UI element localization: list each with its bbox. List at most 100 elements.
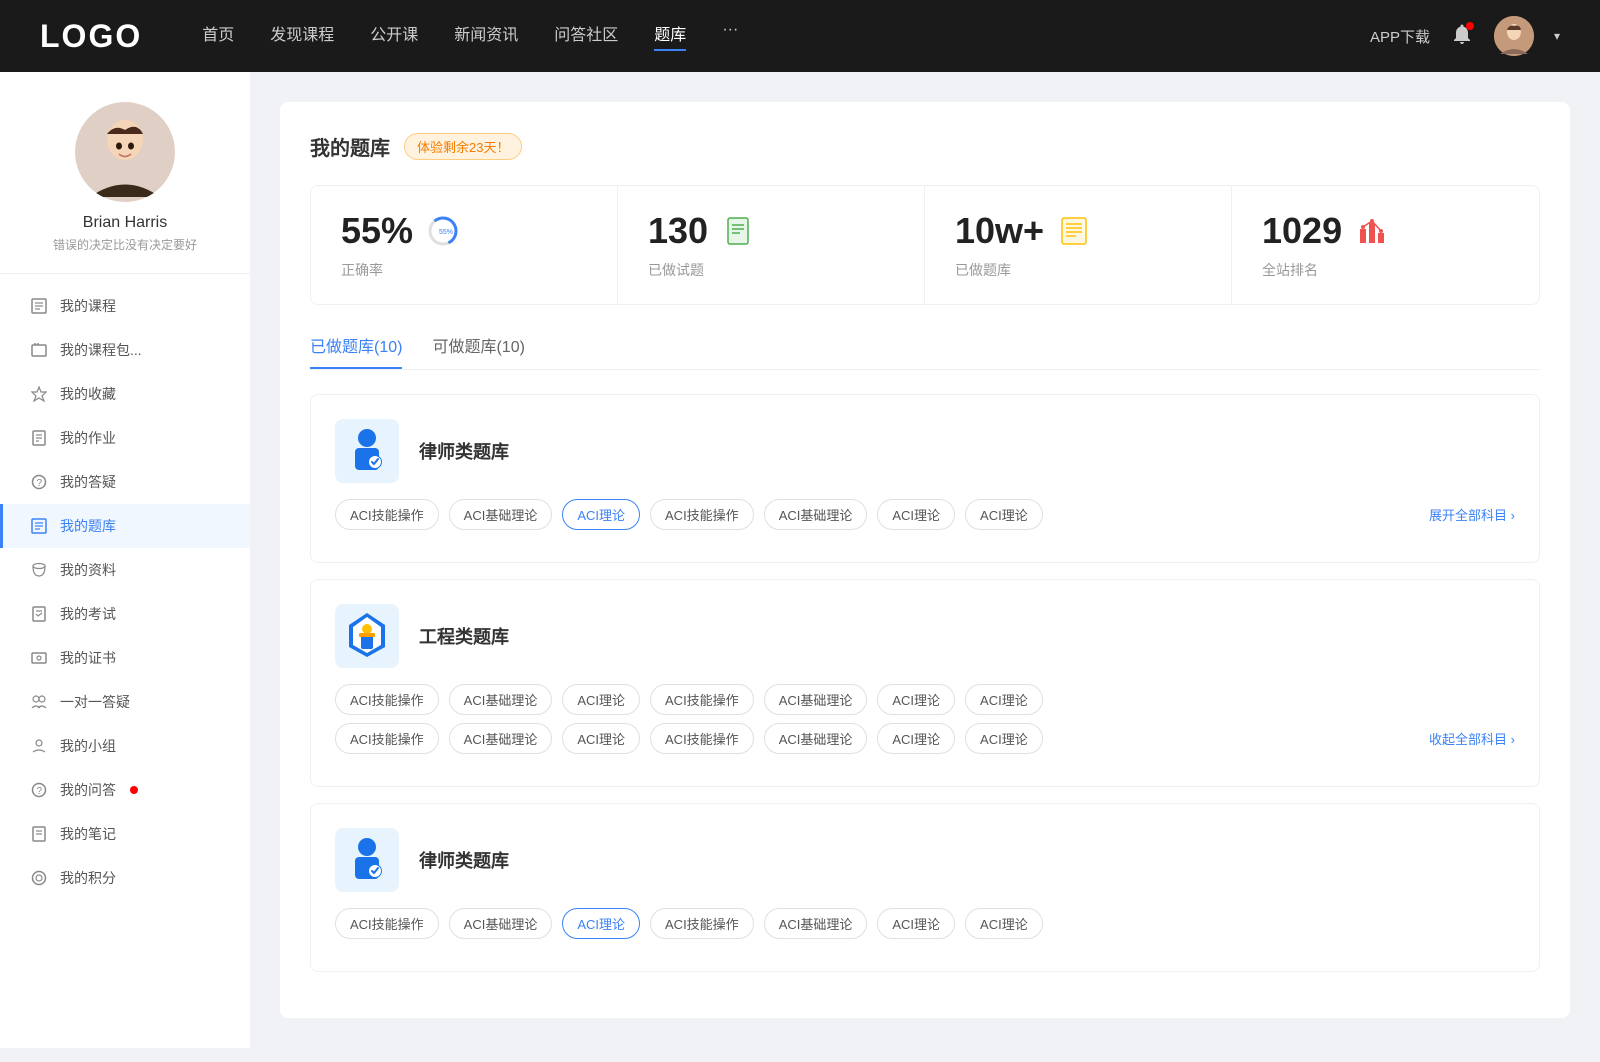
stat-value-ranking: 1029	[1262, 210, 1342, 252]
bank-section-1: 律师类题库 ACI技能操作 ACI基础理论 ACI理论 ACI技能操作 ACI基…	[310, 394, 1540, 563]
sidebar-item-notes[interactable]: 我的笔记	[0, 812, 250, 856]
sidebar-item-package[interactable]: 我的课程包...	[0, 328, 250, 372]
expand-button-1[interactable]: 展开全部科目 ›	[1429, 505, 1515, 524]
stat-done-banks: 10w+ 已做题库	[925, 186, 1232, 304]
doc-icon	[720, 213, 756, 249]
tag-active[interactable]: ACI理论	[562, 908, 640, 939]
bank-title-2: 工程类题库	[419, 623, 509, 649]
notification-bell[interactable]	[1450, 22, 1474, 51]
tag[interactable]: ACI理论	[562, 723, 640, 754]
course-icon	[30, 297, 48, 315]
tag[interactable]: ACI理论	[965, 723, 1043, 754]
unread-dot	[130, 786, 138, 794]
nav-logo[interactable]: LOGO	[40, 18, 142, 55]
nav-link-qa[interactable]: 问答社区	[554, 21, 618, 51]
tag[interactable]: ACI基础理论	[449, 684, 553, 715]
tag[interactable]: ACI基础理论	[449, 723, 553, 754]
sidebar-item-myqa[interactable]: ? 我的答疑	[0, 460, 250, 504]
sidebar-item-bank[interactable]: 我的题库	[0, 504, 250, 548]
tag[interactable]: ACI基础理论	[764, 908, 868, 939]
package-icon	[30, 341, 48, 359]
svg-text:?: ?	[37, 786, 43, 797]
tags-row-2b: ACI技能操作 ACI基础理论 ACI理论 ACI技能操作 ACI基础理论 AC…	[335, 723, 1515, 754]
user-motto: 错误的决定比没有决定要好	[53, 236, 197, 253]
sidebar-item-label: 我的小组	[60, 736, 116, 756]
tag[interactable]: ACI理论	[877, 684, 955, 715]
chart-icon	[1354, 213, 1390, 249]
sidebar-item-label: 我的答疑	[60, 472, 116, 492]
tag[interactable]: ACI技能操作	[650, 684, 754, 715]
tabs: 已做题库(10) 可做题库(10)	[310, 333, 1540, 370]
bank-title-1: 律师类题库	[419, 438, 509, 464]
lawyer-icon-wrap	[335, 419, 399, 483]
bank-header-1: 律师类题库	[335, 419, 1515, 483]
tag-active[interactable]: ACI理论	[562, 499, 640, 530]
tag[interactable]: ACI技能操作	[335, 723, 439, 754]
engineer-icon-wrap	[335, 604, 399, 668]
sidebar-item-label: 我的课程	[60, 296, 116, 316]
nav-right: APP下载 ▾	[1370, 16, 1560, 56]
nav-link-news[interactable]: 新闻资讯	[454, 21, 518, 51]
nav-link-home[interactable]: 首页	[202, 21, 234, 51]
tag[interactable]: ACI技能操作	[650, 908, 754, 939]
tab-available-banks[interactable]: 可做题库(10)	[432, 333, 524, 369]
sidebar-item-course[interactable]: 我的课程	[0, 284, 250, 328]
user-name: Brian Harris	[83, 214, 167, 232]
note-icon	[30, 825, 48, 843]
tag[interactable]: ACI技能操作	[335, 908, 439, 939]
nav-link-open[interactable]: 公开课	[370, 21, 418, 51]
score-icon	[30, 869, 48, 887]
user-dropdown-arrow[interactable]: ▾	[1554, 29, 1560, 43]
collapse-button-2[interactable]: 收起全部科目 ›	[1429, 729, 1515, 748]
sidebar-item-oneone[interactable]: 一对一答疑	[0, 680, 250, 724]
tab-done-banks[interactable]: 已做题库(10)	[310, 333, 402, 369]
notification-dot	[1466, 22, 1474, 30]
sidebar-profile: Brian Harris 错误的决定比没有决定要好	[0, 102, 250, 274]
stat-label-done-questions: 已做试题	[648, 260, 894, 280]
tag[interactable]: ACI技能操作	[335, 499, 439, 530]
tag[interactable]: ACI理论	[965, 908, 1043, 939]
tag[interactable]: ACI理论	[877, 499, 955, 530]
tags-row-2a: ACI技能操作 ACI基础理论 ACI理论 ACI技能操作 ACI基础理论 AC…	[335, 684, 1515, 715]
lawyer-icon-wrap-2	[335, 828, 399, 892]
tag[interactable]: ACI理论	[877, 723, 955, 754]
tag[interactable]: ACI理论	[965, 684, 1043, 715]
sidebar-item-homework[interactable]: 我的作业	[0, 416, 250, 460]
nav-link-more[interactable]: ···	[722, 21, 738, 51]
sidebar-item-group[interactable]: 我的小组	[0, 724, 250, 768]
sidebar-item-cert[interactable]: 我的证书	[0, 636, 250, 680]
tag[interactable]: ACI理论	[965, 499, 1043, 530]
bank-title-3: 律师类题库	[419, 847, 509, 873]
tag[interactable]: ACI技能操作	[335, 684, 439, 715]
tags-row-3: ACI技能操作 ACI基础理论 ACI理论 ACI技能操作 ACI基础理论 AC…	[335, 908, 1515, 939]
tag[interactable]: ACI理论	[562, 684, 640, 715]
content-box: 我的题库 体验剩余23天！ 55% 55%	[280, 102, 1570, 1018]
nav-link-bank[interactable]: 题库	[654, 21, 686, 51]
sidebar-item-exam[interactable]: 我的考试	[0, 592, 250, 636]
nav-link-discover[interactable]: 发现课程	[270, 21, 334, 51]
tag[interactable]: ACI理论	[877, 908, 955, 939]
tag[interactable]: ACI基础理论	[449, 908, 553, 939]
navbar: LOGO 首页 发现课程 公开课 新闻资讯 问答社区 题库 ··· APP下载 …	[0, 0, 1600, 72]
user-avatar[interactable]	[1494, 16, 1534, 56]
tag[interactable]: ACI技能操作	[650, 723, 754, 754]
bank-section-2: 工程类题库 ACI技能操作 ACI基础理论 ACI理论 ACI技能操作 ACI基…	[310, 579, 1540, 787]
bank-header-2: 工程类题库	[335, 604, 1515, 668]
sidebar-item-favorites[interactable]: 我的收藏	[0, 372, 250, 416]
sidebar-item-points[interactable]: 我的积分	[0, 856, 250, 900]
tag[interactable]: ACI基础理论	[449, 499, 553, 530]
tag[interactable]: ACI基础理论	[764, 684, 868, 715]
sidebar-item-label: 我的作业	[60, 428, 116, 448]
tag[interactable]: ACI基础理论	[764, 723, 868, 754]
tag[interactable]: ACI技能操作	[650, 499, 754, 530]
sidebar-item-label: 我的积分	[60, 868, 116, 888]
sidebar-item-data[interactable]: 我的资料	[0, 548, 250, 592]
question-icon: ?	[30, 781, 48, 799]
sidebar-item-label: 我的课程包...	[60, 340, 142, 360]
sidebar-item-questions[interactable]: ? 我的问答	[0, 768, 250, 812]
tag[interactable]: ACI基础理论	[764, 499, 868, 530]
data-icon	[30, 561, 48, 579]
stat-label-done-banks: 已做题库	[955, 260, 1201, 280]
stats-row: 55% 55% 正确率 130	[310, 185, 1540, 305]
app-download-button[interactable]: APP下载	[1370, 26, 1430, 47]
